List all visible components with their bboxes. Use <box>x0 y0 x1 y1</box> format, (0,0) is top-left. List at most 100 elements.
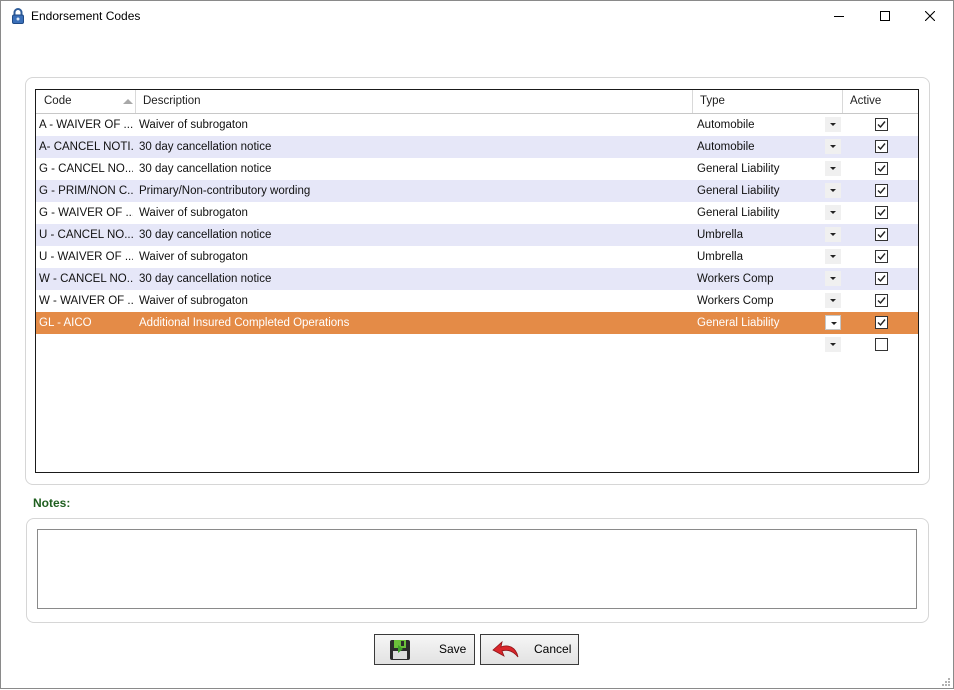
type-cell[interactable]: Automobile <box>697 114 821 136</box>
title-bar[interactable]: Endorsement Codes <box>1 1 953 33</box>
type-dropdown-arrow-icon[interactable] <box>825 315 841 330</box>
description-cell[interactable]: 30 day cancellation notice <box>139 158 689 180</box>
window-title: Endorsement Codes <box>31 9 141 23</box>
description-cell[interactable]: 30 day cancellation notice <box>139 268 689 290</box>
code-cell[interactable]: GL - AICO <box>39 312 133 334</box>
table-row[interactable]: W - WAIVER OF ... Waiver of subrogaton Wor… <box>36 290 918 312</box>
active-checkbox[interactable] <box>875 184 888 197</box>
description-cell[interactable]: Waiver of subrogaton <box>139 246 689 268</box>
code-cell[interactable]: A - WAIVER OF ... <box>39 114 133 136</box>
type-dropdown-arrow-icon[interactable] <box>825 205 841 220</box>
column-header-description[interactable]: Description <box>143 90 683 113</box>
type-dropdown-arrow-icon[interactable] <box>825 271 841 286</box>
type-cell[interactable]: Umbrella <box>697 246 821 268</box>
description-cell[interactable]: Additional Insured Completed Operations <box>139 312 689 334</box>
code-cell[interactable]: U - WAIVER OF ... <box>39 246 133 268</box>
table-row[interactable]: A - WAIVER OF ... Waiver of subrogaton Aut… <box>36 114 918 136</box>
type-dropdown-arrow-icon[interactable] <box>825 227 841 242</box>
type-cell[interactable]: General Liability <box>697 158 821 180</box>
code-cell[interactable]: G - CANCEL NO... <box>39 158 133 180</box>
type-cell[interactable] <box>697 334 821 356</box>
type-cell[interactable]: Umbrella <box>697 224 821 246</box>
table-row[interactable]: U - WAIVER OF ... Waiver of subrogaton Umb… <box>36 246 918 268</box>
code-cell[interactable]: U - CANCEL NO... <box>39 224 133 246</box>
table-row[interactable]: A- CANCEL NOTI... 30 day cancellation not… <box>36 136 918 158</box>
notes-field[interactable] <box>37 529 917 609</box>
endorsement-codes-grid[interactable]: Code Description Type Active A - WAIVER … <box>35 89 919 473</box>
checkmark-icon <box>877 165 886 173</box>
padlock-icon <box>11 8 25 24</box>
table-row[interactable]: G - CANCEL NO... 30 day cancellation noti… <box>36 158 918 180</box>
resize-grip-icon[interactable] <box>941 676 951 686</box>
table-row-selected[interactable]: GL - AICO Additional Insured Completed Op… <box>36 312 918 334</box>
checkmark-icon <box>877 209 886 217</box>
description-cell[interactable]: 30 day cancellation notice <box>139 224 689 246</box>
table-row[interactable]: W - CANCEL NO... 30 day cancellation noti… <box>36 268 918 290</box>
code-cell[interactable]: W - WAIVER OF ... <box>39 290 133 312</box>
type-dropdown-arrow-icon[interactable] <box>825 139 841 154</box>
type-cell[interactable]: Automobile <box>697 136 821 158</box>
active-checkbox[interactable] <box>875 338 888 351</box>
column-header-code[interactable]: Code <box>44 90 134 113</box>
code-cell[interactable]: W - CANCEL NO... <box>39 268 133 290</box>
checkmark-icon <box>877 143 886 151</box>
code-cell[interactable]: G - WAIVER OF ... <box>39 202 133 224</box>
active-checkbox[interactable] <box>875 206 888 219</box>
code-cell[interactable]: A- CANCEL NOTI... <box>39 136 133 158</box>
type-dropdown-arrow-icon[interactable] <box>825 117 841 132</box>
maximize-button[interactable] <box>862 1 908 31</box>
active-checkbox[interactable] <box>875 294 888 307</box>
type-cell[interactable]: General Liability <box>697 312 821 334</box>
save-button[interactable]: Save <box>374 634 475 665</box>
description-cell[interactable]: Waiver of subrogaton <box>139 114 689 136</box>
column-header-active[interactable]: Active <box>850 90 910 113</box>
undo-arrow-icon <box>492 639 520 664</box>
checkmark-icon <box>877 121 886 129</box>
active-checkbox[interactable] <box>875 316 888 329</box>
type-cell[interactable]: Workers Comp <box>697 268 821 290</box>
active-checkbox[interactable] <box>875 250 888 263</box>
checkmark-icon <box>877 187 886 195</box>
code-cell[interactable]: G - PRIM/NON C... <box>39 180 133 202</box>
column-divider[interactable] <box>135 90 136 113</box>
sort-ascending-icon <box>123 99 133 104</box>
active-checkbox[interactable] <box>875 118 888 131</box>
grid-header: Code Description Type Active <box>36 90 918 114</box>
active-checkbox[interactable] <box>875 162 888 175</box>
description-cell[interactable]: Waiver of subrogaton <box>139 202 689 224</box>
type-dropdown-arrow-icon[interactable] <box>825 293 841 308</box>
active-checkbox[interactable] <box>875 272 888 285</box>
column-divider[interactable] <box>692 90 693 113</box>
checkmark-icon <box>877 231 886 239</box>
type-dropdown-arrow-icon[interactable] <box>825 183 841 198</box>
type-cell[interactable]: General Liability <box>697 180 821 202</box>
column-header-type[interactable]: Type <box>700 90 840 113</box>
table-row[interactable]: G - WAIVER OF ... Waiver of subrogaton Gen… <box>36 202 918 224</box>
description-cell[interactable]: Primary/Non-contributory wording <box>139 180 689 202</box>
column-divider[interactable] <box>842 90 843 113</box>
table-row[interactable]: G - PRIM/NON C... Primary/Non-contributor… <box>36 180 918 202</box>
type-dropdown-arrow-icon[interactable] <box>825 249 841 264</box>
table-row[interactable] <box>36 334 918 356</box>
cancel-button[interactable]: Cancel <box>480 634 579 665</box>
type-cell[interactable]: General Liability <box>697 202 821 224</box>
minimize-icon <box>834 11 844 21</box>
table-row[interactable]: U - CANCEL NO... 30 day cancellation noti… <box>36 224 918 246</box>
type-cell[interactable]: Workers Comp <box>697 290 821 312</box>
active-checkbox[interactable] <box>875 140 888 153</box>
close-icon <box>925 11 935 21</box>
checkmark-icon <box>877 253 886 261</box>
type-dropdown-arrow-icon[interactable] <box>825 161 841 176</box>
active-checkbox[interactable] <box>875 228 888 241</box>
checkmark-icon <box>877 297 886 305</box>
code-cell[interactable] <box>39 334 133 356</box>
description-cell[interactable]: Waiver of subrogaton <box>139 290 689 312</box>
description-cell[interactable]: 30 day cancellation notice <box>139 136 689 158</box>
cancel-button-label: Cancel <box>534 642 572 656</box>
maximize-icon <box>880 11 890 21</box>
minimize-button[interactable] <box>816 1 862 31</box>
close-button[interactable] <box>907 1 953 31</box>
type-dropdown-arrow-icon[interactable] <box>825 337 841 352</box>
description-cell[interactable] <box>139 334 689 356</box>
column-header-active-label: Active <box>850 95 882 107</box>
